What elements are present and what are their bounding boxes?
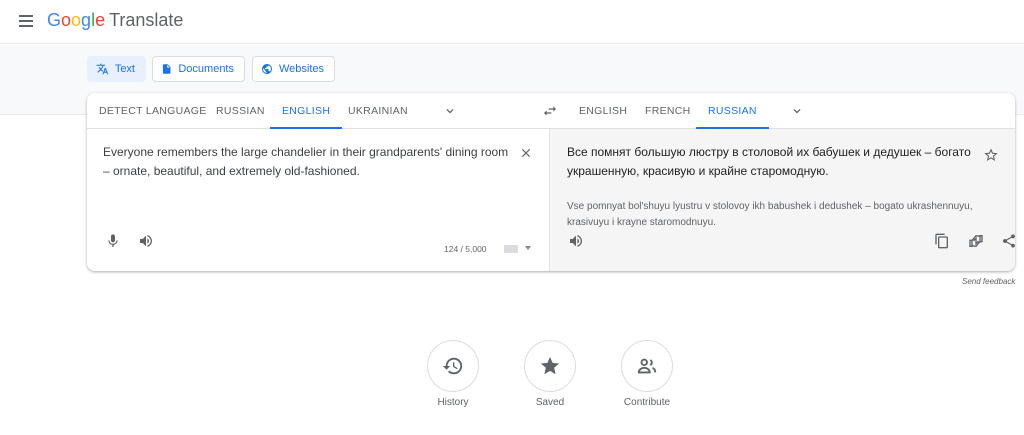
source-more-languages-chevron-icon[interactable]	[443, 104, 457, 118]
target-lang-french[interactable]: FRENCH	[645, 93, 691, 129]
source-lang-english[interactable]: ENGLISH	[269, 93, 343, 129]
star-icon	[540, 356, 560, 375]
source-text-input[interactable]: Everyone remembers the large chandelier …	[103, 143, 513, 181]
people-icon	[637, 358, 657, 374]
mode-text-button[interactable]: Text	[87, 56, 146, 82]
character-counter: 124 / 5,000	[444, 244, 487, 254]
input-tools-dropdown-icon[interactable]	[525, 246, 531, 250]
mode-websites-button[interactable]: Websites	[252, 56, 335, 82]
translate-icon	[96, 63, 109, 75]
mode-websites-label: Websites	[278, 63, 324, 75]
transliteration-text: Vse pomnyat bol'shuyu lyustru v stolovoy…	[567, 201, 973, 228]
source-pane: Everyone remembers the large chandelier …	[87, 129, 550, 271]
product-name: Translate	[109, 10, 184, 30]
target-more-languages-chevron-icon[interactable]	[790, 104, 804, 118]
save-translation-star-outline-icon[interactable]	[983, 147, 999, 163]
copy-translation-icon[interactable]	[934, 233, 950, 249]
target-lang-russian[interactable]: RUSSIAN	[696, 93, 769, 129]
mode-documents-button[interactable]: Documents	[152, 56, 245, 82]
source-lang-russian[interactable]: RUSSIAN	[216, 93, 265, 129]
share-translation-icon[interactable]	[1001, 233, 1015, 249]
google-translate-logo[interactable]: Google Translate	[47, 10, 183, 31]
app-header: Google Translate	[0, 0, 1024, 44]
swap-languages-icon[interactable]	[541, 103, 559, 119]
saved-label: Saved	[535, 397, 565, 408]
listen-translation-speaker-icon[interactable]	[568, 233, 584, 249]
keyboard-icon[interactable]	[504, 245, 518, 253]
saved-button[interactable]	[524, 340, 576, 392]
mode-text-label: Text	[114, 63, 135, 75]
source-lang-ukrainian[interactable]: UKRAINIAN	[348, 93, 408, 129]
history-button[interactable]	[427, 340, 479, 392]
translation-card: DETECT LANGUAGE RUSSIAN ENGLISH UKRAINIA…	[87, 93, 1015, 271]
send-feedback-link[interactable]: Send feedback	[962, 277, 1015, 286]
globe-icon	[261, 64, 272, 74]
microphone-icon[interactable]	[105, 233, 121, 249]
contribute-label: Contribute	[623, 397, 671, 408]
listen-source-speaker-icon[interactable]	[138, 233, 154, 249]
main-menu-icon[interactable]	[16, 12, 36, 32]
source-lang-detect[interactable]: DETECT LANGUAGE	[99, 93, 207, 129]
language-bar: DETECT LANGUAGE RUSSIAN ENGLISH UKRAINIA…	[87, 93, 1015, 129]
contribute-button[interactable]	[621, 340, 673, 392]
target-lang-english[interactable]: ENGLISH	[579, 93, 627, 129]
document-icon	[162, 64, 171, 74]
clear-source-close-icon[interactable]	[519, 146, 533, 160]
target-pane: Все помнят большую люстру в столовой их …	[550, 129, 1015, 271]
mode-documents-label: Documents	[178, 63, 234, 75]
translation-output: Все помнят большую люстру в столовой их …	[567, 145, 971, 178]
history-label: History	[437, 397, 469, 408]
rate-translation-icon[interactable]	[968, 233, 984, 249]
history-icon	[442, 357, 463, 375]
